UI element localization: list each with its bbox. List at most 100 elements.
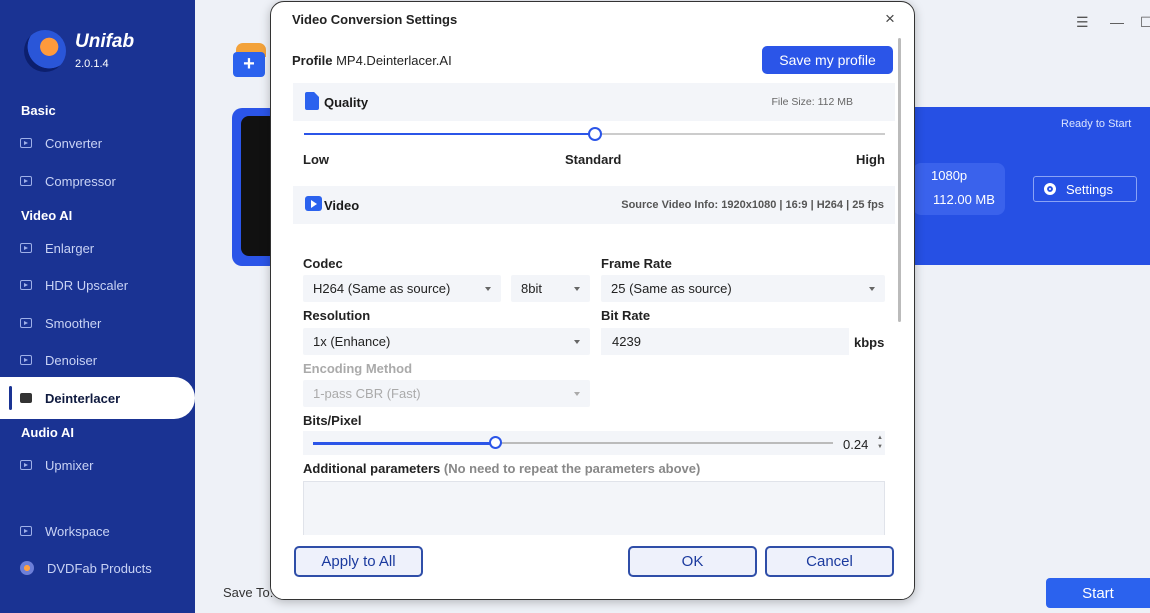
sidebar-item-denoiser[interactable]: Denoiser (20, 348, 190, 372)
sidebar: Unifab 2.0.1.4 Basic Converter Compresso… (0, 0, 195, 613)
denoiser-icon (20, 355, 32, 365)
video-title: Video (324, 198, 360, 213)
encoding-method-label: Encoding Method (303, 361, 413, 376)
section-audio-ai: Audio AI (21, 425, 74, 440)
enlarger-icon (20, 243, 32, 253)
menu-icon[interactable]: ☰ (1076, 14, 1089, 31)
bit-rate-input[interactable]: 4239 (601, 328, 849, 355)
sidebar-item-compressor[interactable]: Compressor (20, 169, 190, 193)
bit-rate-unit: kbps (854, 335, 885, 350)
video-icon (305, 196, 322, 211)
resolution-value: 1x (Enhance) (313, 334, 391, 349)
source-video-info: Source Video Info: 1920x1080 | 16:9 | H2… (621, 199, 884, 211)
app-name: Unifab (75, 31, 135, 52)
add-video-button[interactable]: + (233, 52, 265, 77)
video-conversion-settings-dialog: Video Conversion Settings × Profile MP4.… (270, 1, 915, 600)
workspace-icon (20, 526, 32, 536)
quality-standard-label: Standard (565, 152, 622, 167)
bits-pixel-slider-fill (313, 442, 495, 445)
sidebar-item-label: Workspace (45, 523, 110, 539)
spin-up-icon[interactable]: ▲ (877, 435, 883, 441)
codec-value: H264 (Same as source) (313, 281, 451, 296)
scrollbar[interactable] (898, 38, 901, 322)
codec-label: Codec (303, 256, 343, 271)
additional-params-label: Additional parameters (No need to repeat… (303, 461, 700, 476)
sidebar-item-converter[interactable]: Converter (20, 131, 190, 155)
sidebar-item-label: Deinterlacer (45, 390, 121, 406)
sidebar-item-label: Smoother (45, 315, 102, 331)
deinterlacer-icon (20, 393, 32, 403)
bitdepth-value: 8bit (521, 281, 542, 296)
quality-header: Quality File Size: 112 MB (293, 83, 895, 121)
encoding-method-select: 1-pass CBR (Fast) (303, 380, 590, 407)
sidebar-item-upmixer[interactable]: Upmixer (20, 453, 190, 477)
sidebar-item-enlarger[interactable]: Enlarger (20, 236, 190, 260)
video-header: Video Source Video Info: 1920x1080 | 16:… (293, 186, 895, 224)
chevron-down-icon (485, 287, 491, 291)
save-to-label: Save To: (223, 585, 274, 600)
quality-low-label: Low (303, 152, 329, 167)
sidebar-item-smoother[interactable]: Smoother (20, 311, 190, 335)
resolution-select[interactable]: 1x (Enhance) (303, 328, 590, 355)
sidebar-item-workspace[interactable]: Workspace (20, 519, 190, 543)
additional-params-input[interactable] (303, 481, 885, 541)
converter-icon (20, 138, 32, 148)
hdr-upscaler-icon (20, 280, 32, 290)
codec-select[interactable]: H264 (Same as source) (303, 275, 501, 302)
profile-row: Profile MP4.Deinterlacer.AI (292, 53, 452, 68)
maximize-icon[interactable]: ☐ (1140, 14, 1150, 31)
chevron-down-icon (574, 340, 580, 344)
dialog-title: Video Conversion Settings (292, 12, 458, 27)
encoding-method-value: 1-pass CBR (Fast) (313, 386, 421, 401)
unifab-logo (24, 30, 66, 72)
frame-rate-label: Frame Rate (601, 256, 672, 271)
bits-pixel-slider-knob[interactable] (489, 436, 502, 449)
profile-label: Profile (292, 53, 333, 68)
gear-icon (1044, 183, 1056, 195)
resolution-label: Resolution (303, 308, 371, 323)
frame-rate-value: 25 (Same as source) (611, 281, 732, 296)
quality-title: Quality (324, 95, 369, 110)
status-text: Ready to Start (1061, 118, 1132, 130)
bits-pixel-label: Bits/Pixel (303, 413, 362, 428)
settings-label: Settings (1066, 181, 1113, 197)
sidebar-item-label: Compressor (45, 173, 116, 189)
bitdepth-select[interactable]: 8bit (511, 275, 590, 302)
start-button[interactable]: Start (1046, 578, 1150, 608)
settings-button[interactable]: Settings (1033, 176, 1137, 202)
compressor-icon (20, 176, 32, 186)
app-version: 2.0.1.4 (75, 58, 109, 70)
sidebar-item-dvdfab-products[interactable]: DVDFab Products (20, 556, 190, 580)
sidebar-item-deinterlacer[interactable]: Deinterlacer (0, 377, 195, 419)
output-size: 112.00 MB (933, 192, 995, 207)
sidebar-item-hdr-upscaler[interactable]: HDR Upscaler (20, 273, 190, 297)
save-profile-button[interactable]: Save my profile (762, 46, 893, 74)
ok-button[interactable]: OK (628, 546, 757, 577)
chevron-down-icon (869, 287, 875, 291)
chevron-down-icon (574, 392, 580, 396)
close-icon[interactable]: × (885, 9, 895, 29)
section-basic: Basic (21, 103, 56, 118)
sidebar-item-label: Enlarger (45, 240, 95, 256)
dvdfab-icon (20, 561, 34, 575)
sidebar-item-label: Converter (45, 135, 103, 151)
file-size: File Size: 112 MB (771, 96, 853, 108)
spin-down-icon[interactable]: ▼ (877, 444, 883, 450)
upmixer-icon (20, 460, 32, 470)
cancel-button[interactable]: Cancel (765, 546, 894, 577)
section-video-ai: Video AI (21, 208, 73, 223)
additional-params-title: Additional parameters (303, 461, 441, 476)
smoother-icon (20, 318, 32, 328)
bit-rate-label: Bit Rate (601, 308, 651, 323)
apply-to-all-button[interactable]: Apply to All (294, 546, 423, 577)
minimize-icon[interactable]: — (1110, 14, 1124, 30)
frame-rate-select[interactable]: 25 (Same as source) (601, 275, 885, 302)
additional-params-note: (No need to repeat the parameters above) (443, 461, 701, 476)
quality-high-label: High (856, 152, 885, 167)
sidebar-item-label: Denoiser (45, 352, 98, 368)
chevron-down-icon (574, 287, 580, 291)
bits-pixel-value[interactable]: 0.24 (843, 437, 868, 452)
document-icon (305, 92, 319, 110)
output-resolution[interactable]: 1080p (931, 168, 967, 183)
quality-slider-knob[interactable] (587, 127, 602, 141)
